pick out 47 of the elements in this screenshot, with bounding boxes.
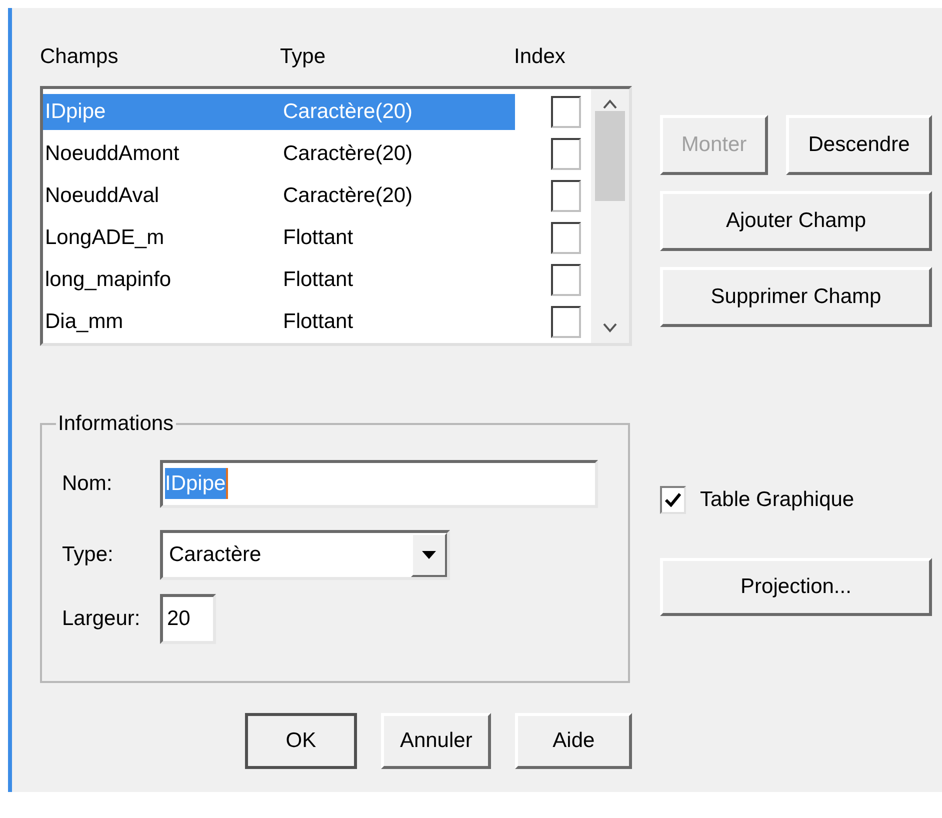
dialog-button[interactable]: Annuler: [380, 713, 492, 769]
index-checkbox[interactable]: [551, 138, 581, 170]
field-label: Largeur:: [62, 606, 142, 632]
field-name: IDpipe: [45, 99, 107, 126]
field-type: Flottant: [283, 309, 354, 336]
dropdown-arrow-icon[interactable]: [422, 550, 436, 558]
column-header: Type: [280, 44, 327, 70]
index-checkbox[interactable]: [551, 264, 581, 296]
column-header: Index: [514, 44, 566, 70]
field-name: NoeuddAval: [45, 183, 160, 210]
side-button[interactable]: Descendre: [786, 115, 932, 175]
checkbox-label: Table Graphique: [700, 487, 854, 513]
side-button[interactable]: Ajouter Champ: [660, 191, 932, 251]
field-type: Flottant: [283, 225, 354, 252]
index-checkbox[interactable]: [551, 306, 581, 338]
field-type: Caractère(20): [283, 99, 413, 126]
index-checkbox[interactable]: [551, 222, 581, 254]
list-row[interactable]: Dia_mm Flottant: [43, 304, 515, 340]
list-row[interactable]: LongADE_m Flottant: [43, 220, 515, 256]
field-label: Nom:: [62, 470, 114, 497]
index-checkbox[interactable]: [551, 180, 581, 212]
field-type: Caractère(20): [283, 141, 413, 168]
check-icon: [665, 492, 681, 507]
field-label: Type:: [62, 542, 114, 568]
width-field[interactable]: 20: [160, 594, 216, 644]
column-header: Champs: [40, 44, 120, 70]
scroll-thumb[interactable]: [595, 111, 625, 201]
list-row[interactable]: NoeuddAval Caractère(20): [43, 178, 515, 214]
field-name: LongADE_m: [45, 225, 166, 252]
list-row[interactable]: long_mapinfo Flottant: [43, 262, 515, 298]
index-checkbox[interactable]: [551, 96, 581, 128]
scroll-down-icon[interactable]: [603, 323, 617, 333]
scrollbar[interactable]: [591, 89, 629, 343]
dialog-button[interactable]: Aide: [515, 713, 632, 769]
type-dropdown[interactable]: Caractère: [160, 530, 450, 580]
group-title: Informations: [57, 411, 175, 437]
list-row[interactable]: NoeuddAmont Caractère(20): [43, 136, 515, 172]
projection-button[interactable]: Projection...: [660, 558, 932, 616]
side-button[interactable]: Supprimer Champ: [660, 267, 932, 327]
checkbox[interactable]: [660, 486, 686, 514]
field-name: long_mapinfo: [45, 267, 172, 294]
scroll-up-icon[interactable]: [603, 99, 617, 109]
field-type: Flottant: [283, 267, 354, 294]
dialog-button[interactable]: OK: [245, 713, 357, 769]
field-name: NoeuddAmont: [45, 141, 180, 168]
field-name: Dia_mm: [45, 309, 124, 336]
field-type: Caractère(20): [283, 183, 413, 210]
